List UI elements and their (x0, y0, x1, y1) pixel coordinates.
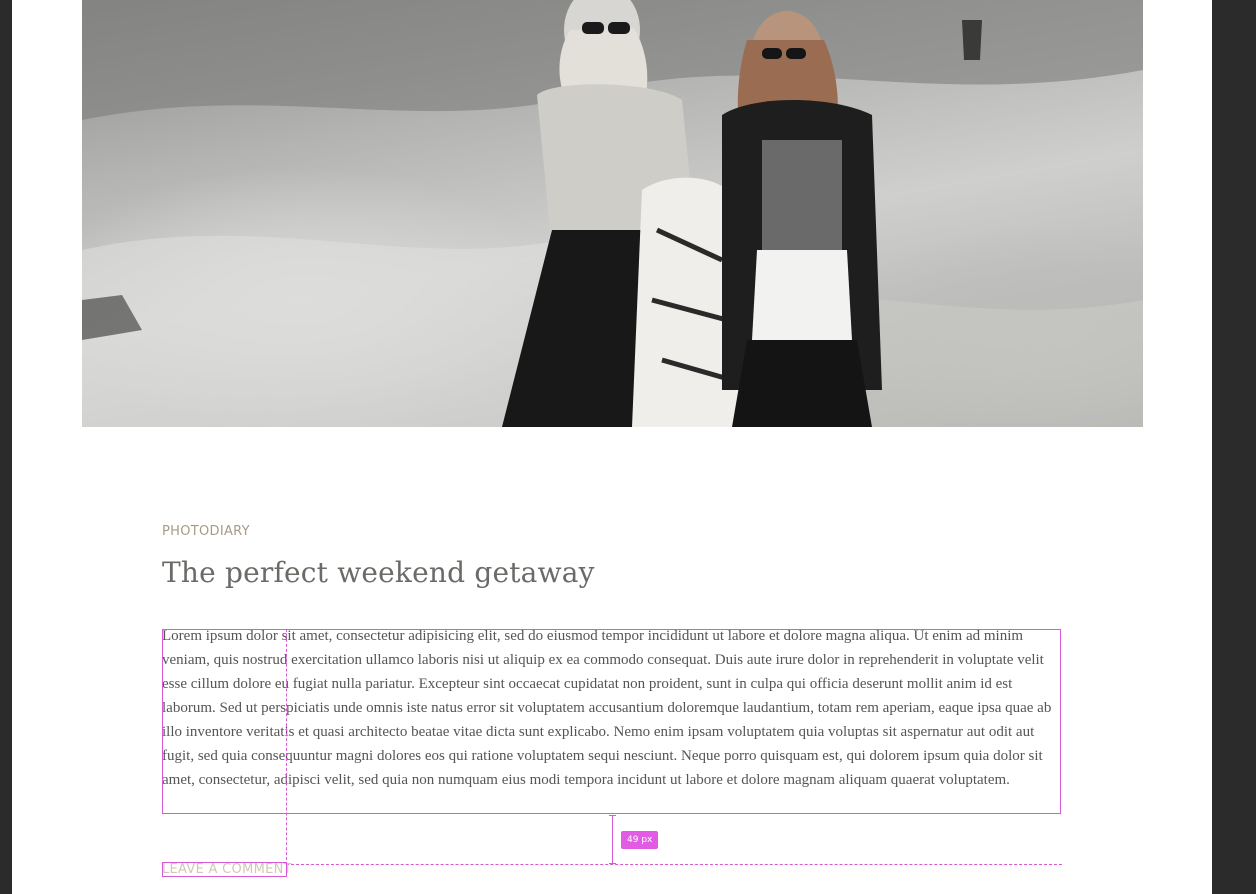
spacing-badge: 49 px (621, 831, 659, 849)
post-title: The perfect weekend getaway (162, 556, 595, 589)
blog-post-page: PHOTODIARY The perfect weekend getaway L… (12, 0, 1212, 894)
spacing-measure-line (609, 815, 616, 864)
leave-comment-link[interactable]: LEAVE A COMMENT (162, 862, 292, 877)
post-hero-image (82, 0, 1143, 427)
post-category[interactable]: PHOTODIARY (162, 524, 250, 539)
post-body-text[interactable]: Lorem ipsum dolor sit amet, consectetur … (162, 624, 1060, 792)
hero-photo-illustration (82, 0, 1143, 427)
alignment-guide-vertical (286, 629, 287, 875)
alignment-guide-horizontal (286, 864, 1062, 865)
